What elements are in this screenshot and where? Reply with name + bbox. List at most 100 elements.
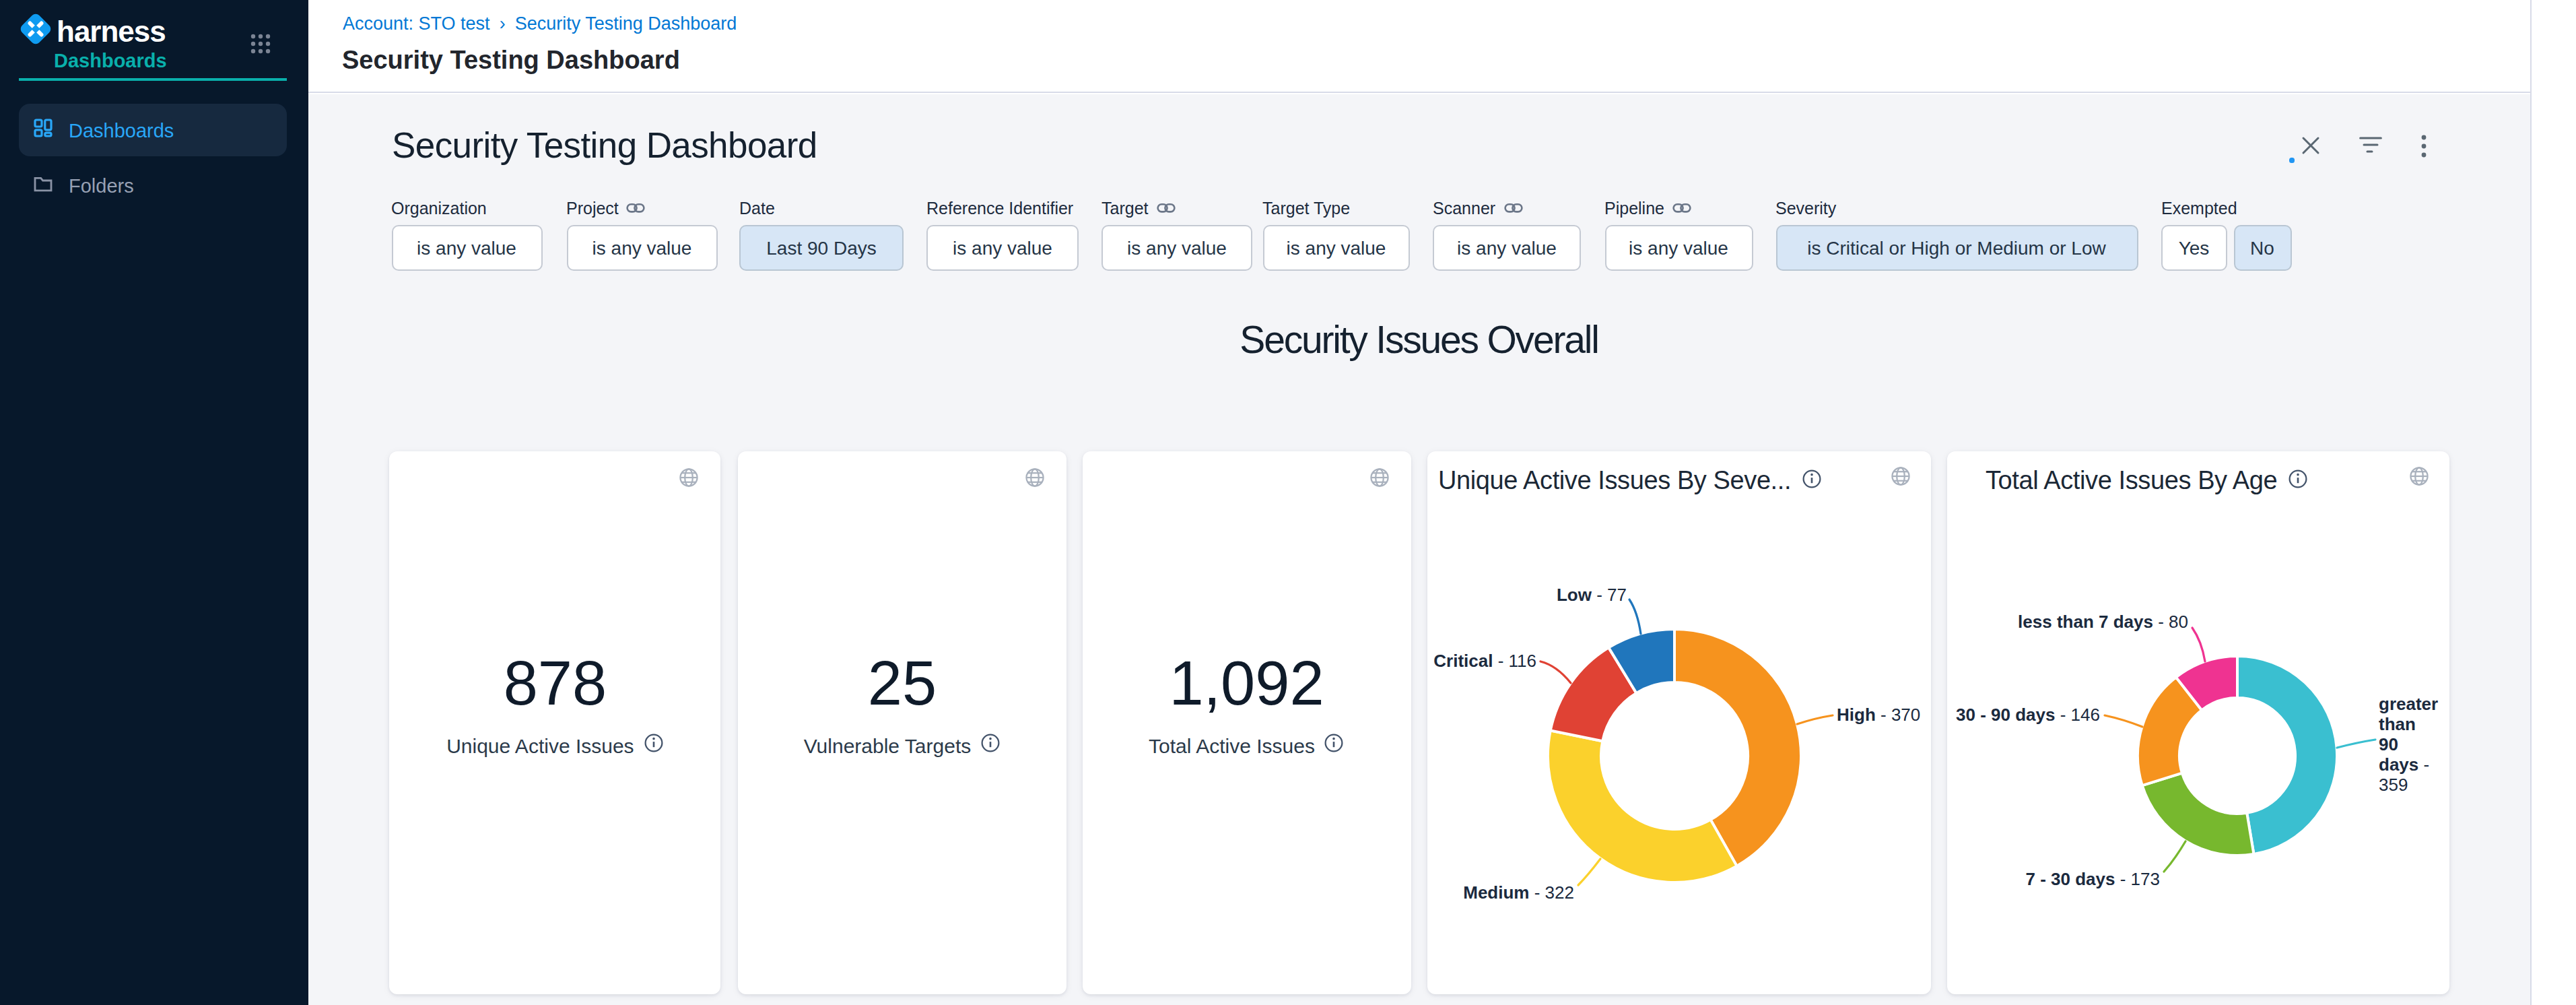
link-icon [1503,199,1522,218]
breadcrumb-account-link[interactable]: Account: STO test [343,13,490,33]
filter-value[interactable]: is any value [1433,225,1581,271]
metric-value: 878 [389,652,721,714]
metric-label: Vulnerable Targets [739,733,1066,757]
metric-label: Unique Active Issues [389,733,721,757]
metric-label: Total Active Issues [1082,733,1411,757]
kebab-menu-button[interactable] [2409,131,2439,160]
filter-value[interactable]: is any value [1604,225,1753,271]
metric-card-total-active-issues: 1,092 Total Active Issues [1082,451,1411,994]
globe-icon [679,467,700,488]
breadcrumb: Account: STO test › Security Testing Das… [343,13,737,33]
filter-value[interactable]: is any value [1262,225,1410,271]
sidebar: harness Dashboards Dash [0,0,308,1005]
leader-line [2104,715,2142,727]
filter-label: Scanner [1433,198,1581,220]
donut-slice-7---30-days[interactable] [2142,773,2253,855]
filter-label: Project [566,198,718,220]
filter-toggle-yes[interactable]: Yes [2161,225,2227,271]
dashboard-content: Security Testing Dashboard Organization i… [308,94,2530,1005]
filter-target: Target is any value [1101,198,1252,271]
info-icon[interactable] [980,733,1001,757]
module-grid-icon[interactable] [250,34,271,54]
filter-label: Date [739,198,904,220]
leader-line [1797,715,1833,724]
filter-pipeline: Pipeline is any value [1604,198,1753,271]
chart-card-1: Total Active Issues By Agegreater than 9… [1946,451,2449,994]
filter-organization: Organization is any value [391,198,542,271]
metric-card-unique-active-issues: 878 Unique Active Issues [389,451,721,994]
sidebar-item-dashboards[interactable]: Dashboards [19,104,287,156]
leader-line [1629,599,1641,634]
globe-icon [1024,467,1044,488]
filter-value[interactable]: Last 90 Days [739,225,904,271]
leader-line [2336,740,2375,748]
filter-value[interactable]: is Critical or High or Medium or Low [1775,225,2138,271]
link-icon [1157,199,1176,218]
filter-scanner: Scanner is any value [1433,198,1581,271]
link-icon [1672,199,1691,218]
chart-card-0: Unique Active Issues By Seve...High - 37… [1427,451,1931,994]
filter-toggle-no[interactable]: No [2233,225,2291,271]
info-icon[interactable] [644,733,664,757]
filter-severity: Severity is Critical or High or Medium or… [1775,198,2138,271]
filter-value[interactable]: is any value [566,225,718,271]
donut-label: 7 - 30 days - 173 [2026,869,2161,889]
filter-label: Exempted [2161,198,2291,220]
filter-label: Target [1101,198,1252,220]
harness-logo[interactable]: harness [19,12,166,51]
filter-exempted: Exempted YesNo [2161,198,2291,271]
link-icon [627,199,646,218]
donut-label: greater than 90 days - 359 [2379,694,2439,795]
leader-line [1578,859,1600,885]
dashboard-panel-title: Security Testing Dashboard [392,125,817,167]
page-header: Account: STO test › Security Testing Das… [308,0,2530,93]
sidebar-item-folders[interactable]: Folders [19,159,287,212]
metric-value: 1,092 [1082,652,1411,714]
donut-label: High - 370 [1837,705,1920,725]
filter-label: Severity [1775,198,2138,220]
filter-reference-identifier: Reference Identifier is any value [926,198,1079,271]
sidebar-divider [19,78,287,81]
breadcrumb-separator-icon: › [500,13,506,33]
filter-label: Reference Identifier [926,198,1079,220]
harness-logo-icon [19,12,53,51]
page-title: Security Testing Dashboard [342,45,680,75]
filters-changed-indicator [2289,158,2294,162]
metric-card-vulnerable-targets: 25 Vulnerable Targets [739,451,1066,994]
filter-label: Target Type [1262,198,1410,220]
metric-value: 25 [739,652,1066,714]
sidebar-item-label: Folders [69,174,134,196]
close-button[interactable] [2296,131,2326,160]
stage: harness Dashboards Dash [0,0,2576,1005]
filter-target-type: Target Type is any value [1262,198,1410,271]
globe-icon [1369,467,1390,488]
info-icon[interactable] [1324,733,1345,757]
filter-value[interactable]: is any value [1101,225,1252,271]
donut-label: Medium - 322 [1463,882,1574,903]
leader-line [2192,628,2204,661]
folder-icon [34,173,53,197]
filter-button[interactable] [2355,131,2385,160]
leader-line [2163,841,2185,872]
dashboards-grid-icon [34,118,53,142]
donut-label: less than 7 days - 80 [2018,612,2188,632]
filter-value[interactable]: is any value [926,225,1079,271]
section-title: Security Issues Overall [308,318,2530,362]
filter-label: Organization [391,198,542,220]
filter-label: Pipeline [1604,198,1753,220]
product-name: Dashboards [54,50,167,71]
donut-slice-medium[interactable] [1548,731,1737,882]
filter-value[interactable]: is any value [391,225,542,271]
donut-slice-greater-than-90-days[interactable] [2237,656,2336,854]
donut-label: 30 - 90 days - 146 [1956,705,2100,725]
leader-line [1540,661,1571,683]
donut-label: Low - 77 [1557,584,1627,604]
app: harness Dashboards Dash [0,0,2576,1005]
filter-project: Project is any value [566,198,718,271]
brand-wordmark: harness [57,15,166,48]
donut-label: Critical - 116 [1433,650,1536,670]
sidebar-item-label: Dashboards [69,119,174,141]
right-gutter [2530,0,2576,1005]
filter-date: Date Last 90 Days [739,198,904,271]
breadcrumb-dashboard-link[interactable]: Security Testing Dashboard [515,13,737,33]
